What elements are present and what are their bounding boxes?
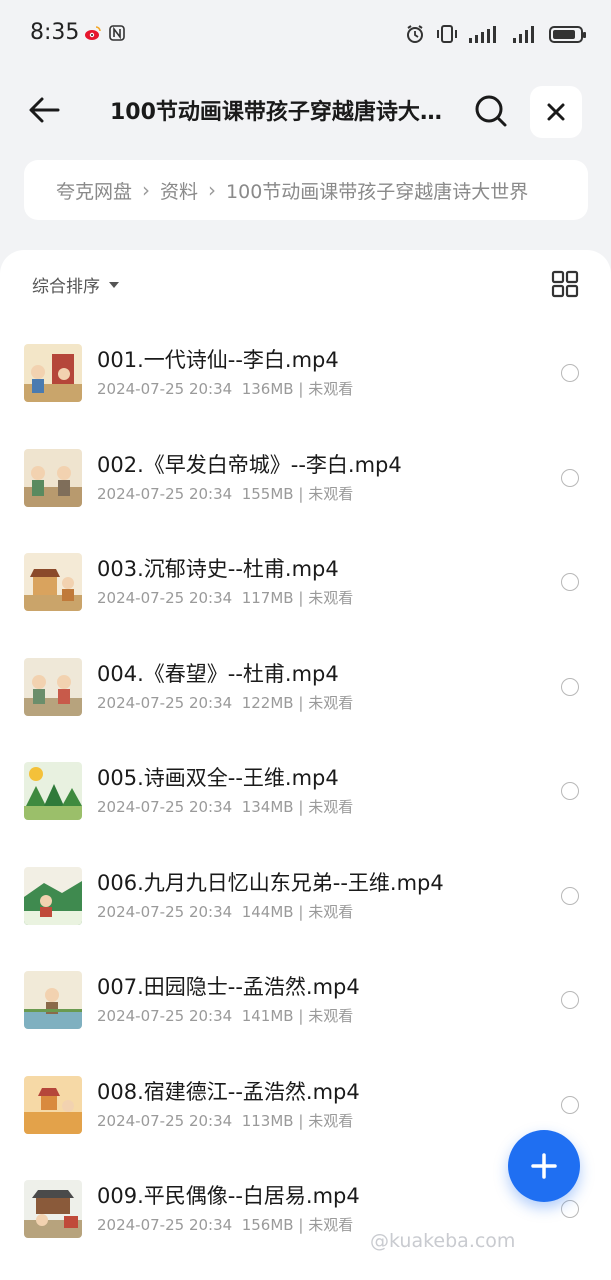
status-bar: 8:35 bbox=[0, 0, 611, 72]
video-thumbnail bbox=[24, 448, 82, 507]
nfc-icon bbox=[109, 25, 125, 41]
file-list-panel: 综合排序 001.一代诗仙--李白.mp4 2024-07-25 20:34 1… bbox=[0, 250, 611, 1280]
file-meta: 2024-07-25 20:34 141MB | 未观看 bbox=[97, 1007, 354, 1025]
breadcrumb-item-current: 100节动画课带孩子穿越唐诗大世界 bbox=[226, 180, 529, 203]
file-meta: 2024-07-25 20:34 156MB | 未观看 bbox=[97, 1216, 354, 1234]
signal-icon bbox=[469, 26, 496, 43]
caret-down-icon bbox=[109, 281, 119, 288]
chevron-right-icon: › bbox=[208, 178, 217, 202]
battery-icon bbox=[549, 25, 586, 43]
file-meta: 2024-07-25 20:34 117MB | 未观看 bbox=[97, 589, 354, 607]
select-radio[interactable] bbox=[561, 468, 579, 487]
weibo-icon bbox=[85, 26, 101, 40]
video-thumbnail bbox=[24, 553, 82, 611]
file-name: 008.宿建德江--孟浩然.mp4 bbox=[97, 1079, 360, 1104]
select-radio[interactable] bbox=[561, 886, 579, 905]
select-radio[interactable] bbox=[561, 782, 579, 800]
breadcrumb-item-root[interactable]: 夸克网盘 bbox=[56, 177, 132, 204]
search-icon[interactable] bbox=[470, 90, 512, 132]
file-meta: 2024-07-25 20:34 155MB | 未观看 bbox=[97, 484, 354, 503]
file-meta: 2024-07-25 20:34 136MB | 未观看 bbox=[97, 380, 354, 398]
file-meta: 2024-07-25 20:34 122MB | 未观看 bbox=[97, 693, 354, 712]
video-thumbnail bbox=[24, 1075, 82, 1134]
arrow-left-icon[interactable] bbox=[24, 90, 64, 130]
video-thumbnail bbox=[24, 657, 82, 716]
file-name: 001.一代诗仙--李白.mp4 bbox=[97, 348, 339, 372]
file-meta: 2024-07-25 20:34 134MB | 未观看 bbox=[97, 798, 354, 816]
select-radio[interactable] bbox=[561, 1200, 579, 1218]
alarm-icon bbox=[407, 25, 423, 43]
file-name: 003.沉郁诗史--杜甫.mp4 bbox=[97, 557, 339, 581]
file-name: 005.诗画双全--王维.mp4 bbox=[97, 766, 339, 790]
video-thumbnail bbox=[24, 1180, 82, 1238]
signal-icon bbox=[513, 26, 534, 43]
add-button[interactable] bbox=[508, 1130, 580, 1202]
file-list: 001.一代诗仙--李白.mp4 2024-07-25 20:34 136MB … bbox=[0, 320, 611, 1261]
watermark: @kuakeba.com bbox=[370, 1230, 516, 1252]
list-item[interactable]: 006.九月九日忆山东兄弟--王维.mp4 2024-07-25 20:34 1… bbox=[0, 843, 611, 948]
sort-label: 综合排序 bbox=[32, 277, 100, 297]
page-title: 100节动画课带孩子穿越唐诗大世界 bbox=[110, 100, 450, 125]
sort-dropdown[interactable]: 综合排序 bbox=[32, 272, 120, 297]
select-radio[interactable] bbox=[561, 991, 579, 1009]
list-item[interactable]: 004.《春望》--杜甫.mp4 2024-07-25 20:34 122MB … bbox=[0, 634, 611, 739]
video-thumbnail bbox=[24, 971, 82, 1029]
status-time: 8:35 bbox=[30, 20, 80, 45]
file-name: 004.《春望》--杜甫.mp4 bbox=[97, 661, 339, 686]
file-name: 002.《早发白帝城》--李白.mp4 bbox=[97, 452, 402, 477]
select-radio[interactable] bbox=[561, 573, 579, 591]
list-item[interactable]: 005.诗画双全--王维.mp4 2024-07-25 20:34 134MB … bbox=[0, 738, 611, 843]
list-item[interactable]: 007.田园隐士--孟浩然.mp4 2024-07-25 20:34 141MB… bbox=[0, 947, 611, 1052]
select-radio[interactable] bbox=[561, 1095, 579, 1114]
video-thumbnail bbox=[24, 762, 82, 820]
close-icon bbox=[547, 103, 565, 121]
file-name: 009.平民偶像--白居易.mp4 bbox=[97, 1184, 360, 1208]
list-item[interactable]: 001.一代诗仙--李白.mp4 2024-07-25 20:34 136MB … bbox=[0, 320, 611, 425]
file-name: 006.九月九日忆山东兄弟--王维.mp4 bbox=[97, 870, 444, 895]
select-radio[interactable] bbox=[561, 677, 579, 696]
list-item[interactable]: 003.沉郁诗史--杜甫.mp4 2024-07-25 20:34 117MB … bbox=[0, 529, 611, 634]
grid-view-icon[interactable] bbox=[551, 270, 579, 298]
vibrate-icon bbox=[437, 25, 457, 43]
list-item[interactable]: 002.《早发白帝城》--李白.mp4 2024-07-25 20:34 155… bbox=[0, 425, 611, 530]
video-thumbnail bbox=[24, 866, 82, 925]
select-radio[interactable] bbox=[561, 364, 579, 382]
file-name: 007.田园隐士--孟浩然.mp4 bbox=[97, 975, 360, 999]
plus-icon bbox=[531, 1153, 557, 1179]
header: 100节动画课带孩子穿越唐诗大世界 bbox=[0, 72, 611, 152]
file-meta: 2024-07-25 20:34 144MB | 未观看 bbox=[97, 902, 354, 921]
video-thumbnail bbox=[24, 344, 82, 402]
breadcrumb: 夸克网盘 › 资料 › 100节动画课带孩子穿越唐诗大世界 bbox=[24, 160, 588, 220]
breadcrumb-item-folder[interactable]: 资料 bbox=[160, 177, 198, 204]
chevron-right-icon: › bbox=[142, 178, 151, 202]
file-meta: 2024-07-25 20:34 113MB | 未观看 bbox=[97, 1111, 354, 1130]
close-button[interactable] bbox=[530, 86, 582, 138]
